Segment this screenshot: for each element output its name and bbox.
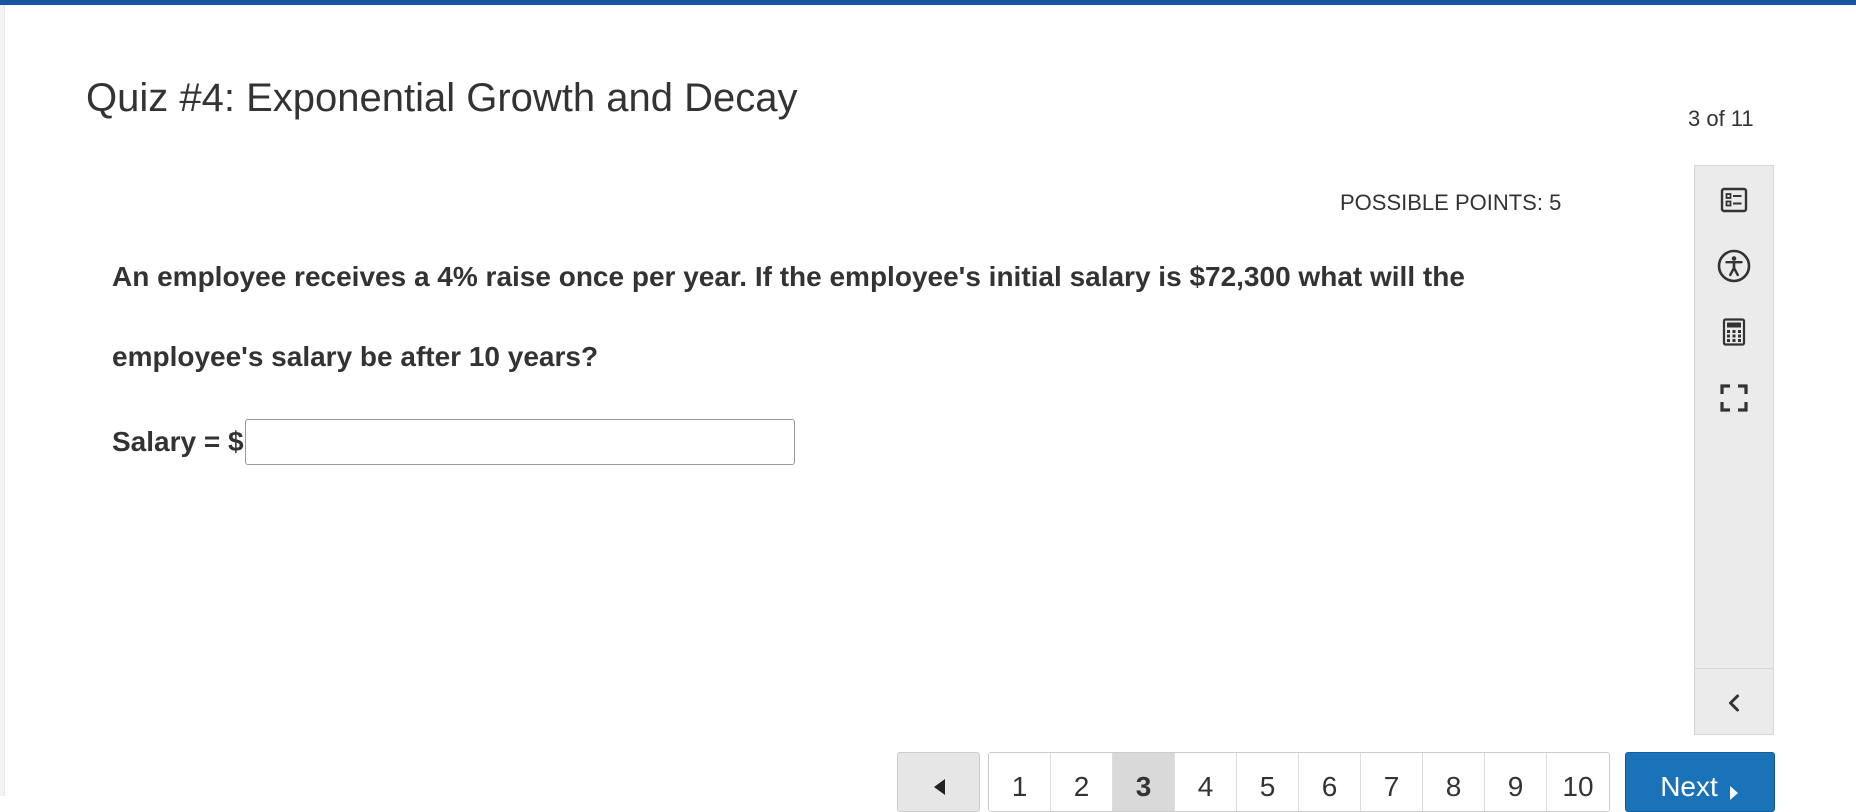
page-list: 1 2 3 4 5 6 7 8 9 10: [988, 752, 1610, 812]
page-button-7[interactable]: 7: [1361, 753, 1423, 811]
answer-row: Salary = $: [112, 418, 795, 466]
panel-divider: [1695, 668, 1773, 669]
page-button-2[interactable]: 2: [1051, 753, 1113, 811]
page-button-4[interactable]: 4: [1175, 753, 1237, 811]
page-button-1[interactable]: 1: [989, 753, 1051, 811]
calculator-button[interactable]: [1695, 304, 1773, 360]
caret-right-icon: [1728, 777, 1740, 809]
caret-left-icon: [931, 777, 947, 802]
accessibility-button[interactable]: [1695, 238, 1773, 294]
chevron-left-icon: [1727, 693, 1741, 713]
page-button-3[interactable]: 3: [1113, 753, 1175, 811]
question-text: An employee receives a 4% raise once per…: [112, 261, 1465, 372]
answer-label: Salary = $: [112, 426, 244, 457]
page-button-10[interactable]: 10: [1547, 753, 1609, 811]
quiz-title: Quiz #4: Exponential Growth and Decay: [86, 76, 798, 120]
next-label: Next: [1660, 771, 1718, 802]
left-border: [0, 5, 5, 796]
fullscreen-icon: [1720, 384, 1748, 412]
salary-input[interactable]: [244, 419, 795, 465]
fullscreen-button[interactable]: [1695, 370, 1773, 426]
page-button-8[interactable]: 8: [1423, 753, 1485, 811]
question-progress: 3 of 11: [1688, 106, 1754, 131]
accessibility-icon: [1717, 249, 1751, 283]
page-button-6[interactable]: 6: [1299, 753, 1361, 811]
possible-points: POSSIBLE POINTS: 5: [1340, 190, 1562, 215]
previous-button[interactable]: [897, 752, 980, 812]
question-list-button[interactable]: [1695, 172, 1773, 228]
top-accent-bar: [0, 0, 1856, 5]
page-button-9[interactable]: 9: [1485, 753, 1547, 811]
collapse-panel-button[interactable]: [1695, 675, 1773, 731]
page-button-5[interactable]: 5: [1237, 753, 1299, 811]
next-button[interactable]: Next: [1625, 752, 1775, 812]
question-list-icon: [1720, 186, 1748, 214]
tool-panel: [1694, 165, 1774, 735]
calculator-icon: [1722, 318, 1746, 346]
